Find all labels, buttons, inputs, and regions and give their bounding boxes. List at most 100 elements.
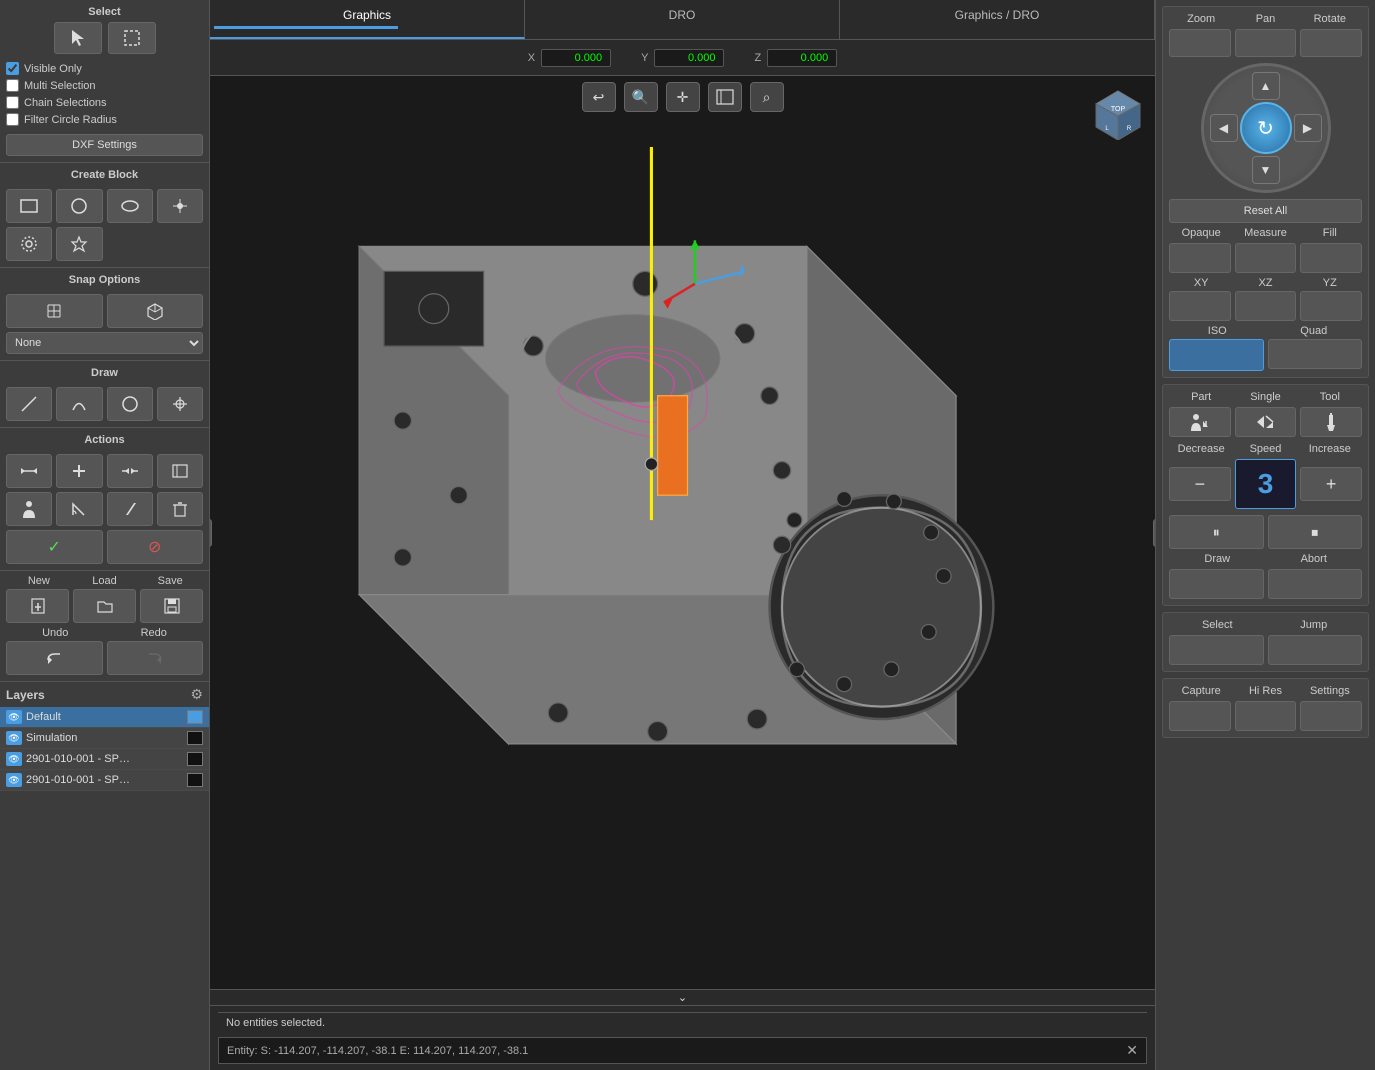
speed-increase-btn[interactable]: + [1300, 467, 1362, 501]
yz-btn[interactable] [1300, 291, 1362, 321]
layer-item-1[interactable]: 👁 Simulation [0, 728, 209, 749]
dxf-settings-btn[interactable]: DXF Settings [6, 134, 203, 156]
action-rect-btn[interactable] [157, 454, 203, 488]
stop-btn[interactable]: ⏹ [1268, 515, 1363, 549]
action-check-btn[interactable]: ✓ [6, 530, 103, 564]
bottom-expand-btn[interactable]: ⌄ [210, 989, 1155, 1005]
gear-tool-btn[interactable] [6, 227, 52, 261]
draw-btn[interactable] [1169, 569, 1264, 599]
omf-labels: Opaque Measure Fill [1169, 227, 1362, 239]
point-tool-btn[interactable] [157, 189, 203, 223]
speed-decrease-btn[interactable]: − [1169, 467, 1231, 501]
select-icons-row [6, 22, 203, 54]
layer-color-1[interactable] [187, 731, 203, 745]
ellipse-tool-btn[interactable] [107, 189, 153, 223]
pan-btn[interactable] [1235, 29, 1297, 57]
zoom-btn[interactable] [1169, 29, 1231, 57]
nav-cube[interactable]: TOP L R [1091, 86, 1145, 140]
layer-color-2[interactable] [187, 752, 203, 766]
settings-btn[interactable] [1300, 701, 1362, 731]
collapse-right-btn[interactable]: ▶ [1153, 519, 1155, 547]
tool-btn-sim[interactable] [1300, 407, 1362, 437]
xz-btn[interactable] [1235, 291, 1297, 321]
draw-line-btn[interactable] [6, 387, 52, 421]
pause-btn[interactable]: ⏸ [1169, 515, 1264, 549]
quad-btn[interactable] [1268, 339, 1363, 369]
layer-color-0[interactable] [187, 710, 203, 724]
circle-tool-btn[interactable] [56, 189, 102, 223]
vp-search-btn[interactable]: ⌕ [750, 82, 784, 112]
measure-btn[interactable] [1235, 243, 1297, 273]
layer-eye-2[interactable]: 👁 [6, 752, 22, 766]
close-entity-btn[interactable]: ✕ [1126, 1042, 1138, 1059]
layer-eye-3[interactable]: 👁 [6, 773, 22, 787]
snap-cube-btn[interactable] [107, 294, 204, 328]
action-arrows-btn[interactable] [6, 454, 52, 488]
nav-up-btn[interactable]: ▲ [1252, 72, 1280, 100]
layer-eye-1[interactable]: 👁 [6, 731, 22, 745]
layers-gear-icon[interactable]: ⚙ [190, 686, 203, 703]
snap-dropdown[interactable]: None [6, 332, 203, 354]
action-person-btn[interactable] [6, 492, 52, 526]
visible-only-checkbox[interactable] [6, 62, 19, 75]
action-trash-btn[interactable] [157, 492, 203, 526]
vp-undo-btn[interactable]: ↩ [582, 82, 616, 112]
layer-item-2[interactable]: 👁 2901-010-001 - SP… [0, 749, 209, 770]
action-split-btn[interactable] [107, 454, 153, 488]
select-rect-btn[interactable] [108, 22, 156, 54]
capture-btn[interactable] [1169, 701, 1231, 731]
single-btn[interactable] [1235, 407, 1297, 437]
draw-crosshair-btn[interactable] [157, 387, 203, 421]
filter-circle-row: Filter Circle Radius [6, 111, 203, 128]
nav-right-btn[interactable]: ▶ [1294, 114, 1322, 142]
fill-btn[interactable] [1300, 243, 1362, 273]
tab-dro[interactable]: DRO [525, 0, 840, 39]
snap-grid-btn[interactable] [6, 294, 103, 328]
draw-arc-btn[interactable] [56, 387, 102, 421]
opaque-btn[interactable] [1169, 243, 1231, 273]
actions-grid-row3: ✓ ⊘ [6, 530, 203, 564]
action-angle-btn[interactable] [56, 492, 102, 526]
vp-frame-btn[interactable] [708, 82, 742, 112]
vp-zoom-btn[interactable]: 🔍 [624, 82, 658, 112]
multi-selection-checkbox[interactable] [6, 79, 19, 92]
collapse-left-btn[interactable]: ◀ [210, 519, 212, 547]
xy-btn[interactable] [1169, 291, 1231, 321]
part-btn[interactable] [1169, 407, 1231, 437]
jump-btn[interactable] [1268, 635, 1363, 665]
filter-circle-checkbox[interactable] [6, 113, 19, 126]
3d-scene [210, 76, 1155, 989]
save-btn[interactable] [140, 589, 203, 623]
iso-btn[interactable] [1169, 339, 1264, 371]
undo-btn[interactable] [6, 641, 103, 675]
tab-graphics[interactable]: Graphics [210, 0, 525, 39]
abort-btn[interactable] [1268, 569, 1363, 599]
nav-left-btn[interactable]: ◀ [1210, 114, 1238, 142]
action-ban-btn[interactable]: ⊘ [107, 530, 204, 564]
nav-down-btn[interactable]: ▼ [1252, 156, 1280, 184]
new-btn[interactable] [6, 589, 69, 623]
viewport[interactable]: ↩ 🔍 ✛ ⌕ [210, 76, 1155, 989]
action-plus-btn[interactable] [56, 454, 102, 488]
select-arrow-btn[interactable] [54, 22, 102, 54]
star-tool-btn[interactable] [56, 227, 102, 261]
hires-btn[interactable] [1235, 701, 1297, 731]
redo-btn[interactable] [107, 641, 204, 675]
layer-eye-0[interactable]: 👁 [6, 710, 22, 724]
rect-tool-btn[interactable] [6, 189, 52, 223]
load-btn[interactable] [73, 589, 136, 623]
layer-item-3[interactable]: 👁 2901-010-001 - SP… [0, 770, 209, 791]
nav-center-btn[interactable]: ↻ [1240, 102, 1292, 154]
rotate-btn[interactable] [1300, 29, 1362, 57]
layer-item-0[interactable]: 👁 Default [0, 707, 209, 728]
vp-pan-btn[interactable]: ✛ [666, 82, 700, 112]
draw-circle-btn[interactable] [107, 387, 153, 421]
reset-all-btn[interactable]: Reset All [1169, 199, 1362, 223]
tab-graphics-dro[interactable]: Graphics / DRO [840, 0, 1155, 39]
layer-color-3[interactable] [187, 773, 203, 787]
chain-selections-checkbox[interactable] [6, 96, 19, 109]
select-right-btn[interactable] [1169, 635, 1264, 665]
capture-label: Capture [1169, 685, 1233, 697]
view-btns [1169, 291, 1362, 321]
action-shear-btn[interactable] [107, 492, 153, 526]
